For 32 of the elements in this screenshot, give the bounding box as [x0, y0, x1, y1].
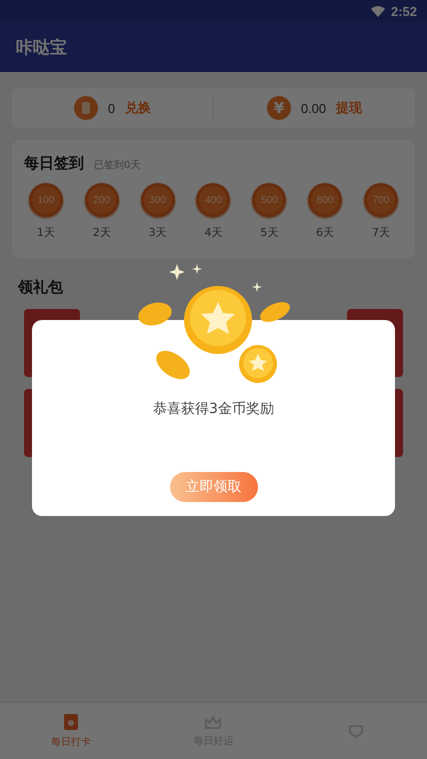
day-label: 6天 — [316, 225, 334, 240]
claim-button[interactable]: 立即领取 — [170, 472, 258, 502]
yen-icon: ¥ — [266, 96, 291, 120]
reward-message: 恭喜获得3金币奖励 — [153, 400, 274, 418]
day-label: 7天 — [372, 225, 390, 240]
reward-coin: 100 — [28, 183, 63, 217]
day-label: 3天 — [148, 225, 167, 240]
coin-icon — [74, 96, 98, 120]
reward-coin: 600 — [308, 183, 342, 217]
day-label: 4天 — [204, 225, 222, 240]
reward-coin: 500 — [252, 183, 286, 217]
app-title: 咔哒宝 — [16, 36, 67, 58]
reward-coin: 200 — [84, 183, 119, 217]
reward-coin: 700 — [364, 183, 398, 217]
wallet-action-link[interactable]: 兑换 — [125, 99, 152, 117]
reward-coin: 400 — [196, 183, 230, 217]
balance-value: 0.00 — [300, 100, 326, 116]
wallet-action-link[interactable]: 提现 — [336, 99, 362, 117]
day-label: 2天 — [92, 225, 111, 240]
nav-tab[interactable]: 每日打卡 — [0, 703, 142, 759]
crown-icon — [204, 714, 222, 730]
day-label: 1天 — [36, 225, 55, 240]
cup-icon — [346, 723, 365, 739]
gifts-title: 领礼包 — [16, 278, 64, 297]
wifi-icon — [370, 6, 385, 16]
card-icon — [63, 713, 80, 731]
day-label: 5天 — [260, 225, 278, 240]
reward-coin: 300 — [140, 183, 175, 217]
status-time: 2:52 — [390, 4, 417, 18]
balance-value: 0 — [108, 100, 116, 116]
checkin-title: 每日签到 — [24, 154, 84, 173]
tab-label: 每日打卡 — [51, 736, 92, 749]
